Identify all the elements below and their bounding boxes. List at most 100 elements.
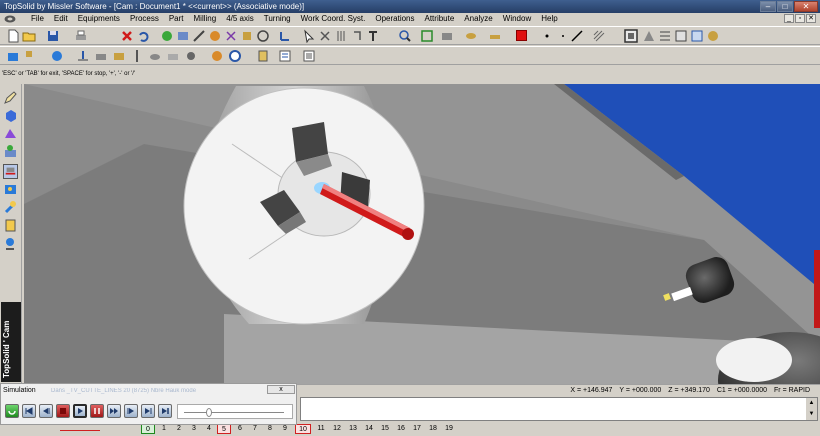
page-tab[interactable]: 1: [157, 424, 171, 434]
maximize-button[interactable]: □: [777, 1, 793, 12]
stock-icon[interactable]: [240, 29, 254, 43]
simulation-close-button[interactable]: x: [267, 385, 295, 394]
cube-icon[interactable]: [3, 108, 18, 123]
machine-icon[interactable]: [6, 49, 20, 63]
doc-minimize-button[interactable]: _: [784, 14, 794, 23]
process-icon[interactable]: [24, 49, 38, 63]
simulation-speed-slider[interactable]: [177, 404, 293, 419]
page-tab[interactable]: 4: [202, 424, 216, 434]
zoom-icon[interactable]: [398, 29, 412, 43]
doc-restore-button[interactable]: ▫: [795, 14, 805, 23]
coordinate-system-icon[interactable]: [278, 29, 292, 43]
shading-icon[interactable]: [642, 29, 656, 43]
shape-edit-icon[interactable]: [3, 126, 18, 141]
column-icon[interactable]: [334, 29, 348, 43]
page-tab[interactable]: 10: [295, 424, 311, 434]
sim-run-button[interactable]: [5, 404, 19, 418]
view-icon[interactable]: [440, 29, 454, 43]
command-scrollbar[interactable]: ▲ ▼: [806, 398, 817, 420]
menu-process[interactable]: Process: [124, 13, 163, 25]
draft-icon[interactable]: [3, 218, 18, 233]
close-button[interactable]: ✕: [794, 1, 818, 12]
simulate-icon[interactable]: [210, 49, 224, 63]
material-icon[interactable]: [706, 29, 720, 43]
command-output[interactable]: ▲ ▼: [300, 397, 818, 421]
sim-pause-button[interactable]: [90, 404, 104, 418]
shape-icon[interactable]: [176, 29, 190, 43]
target-icon[interactable]: [256, 29, 270, 43]
page-tab[interactable]: 16: [393, 424, 409, 434]
menu-turning[interactable]: Turning: [258, 13, 295, 25]
sim-play-button[interactable]: [73, 404, 87, 418]
toolpath-icon[interactable]: [256, 49, 270, 63]
turning-op-icon[interactable]: [184, 49, 198, 63]
menu-equipments[interactable]: Equipments: [72, 13, 124, 25]
sim-next-button[interactable]: [141, 404, 155, 418]
tooling-icon[interactable]: [3, 200, 18, 215]
grid-icon[interactable]: [674, 29, 688, 43]
menu-part[interactable]: Part: [163, 13, 188, 25]
minimize-button[interactable]: –: [760, 1, 776, 12]
page-tab[interactable]: 18: [425, 424, 441, 434]
sim-step-forward-button[interactable]: [124, 404, 138, 418]
tool-icon[interactable]: [192, 29, 206, 43]
select-arrow-icon[interactable]: [302, 29, 316, 43]
app-menu-icon[interactable]: [3, 14, 17, 24]
page-tab[interactable]: 0: [141, 424, 155, 434]
menu-analyze[interactable]: Analyze: [458, 13, 496, 25]
page-tab[interactable]: 8: [263, 424, 277, 434]
text-style-icon[interactable]: [366, 29, 380, 43]
sim-end-button[interactable]: [158, 404, 172, 418]
save-icon[interactable]: [46, 29, 60, 43]
point-style-icon[interactable]: [540, 29, 554, 43]
fixture-icon[interactable]: [3, 182, 18, 197]
milling-op-icon[interactable]: [76, 49, 90, 63]
delete-icon[interactable]: [120, 29, 134, 43]
line-style-icon[interactable]: [570, 29, 584, 43]
new-document-icon[interactable]: [6, 29, 20, 43]
dot-style-icon[interactable]: [556, 29, 570, 43]
surface-op-icon[interactable]: [148, 49, 162, 63]
menu-operations[interactable]: Operations: [369, 13, 418, 25]
menu-milling[interactable]: Milling: [188, 13, 221, 25]
3d-viewport[interactable]: [24, 84, 820, 384]
page-tab[interactable]: 15: [377, 424, 393, 434]
geometry-icon[interactable]: [160, 29, 174, 43]
pocket-op-icon[interactable]: [94, 49, 108, 63]
turning-icon[interactable]: [208, 29, 222, 43]
part-icon[interactable]: [50, 49, 64, 63]
doc-close-button[interactable]: ✕: [806, 14, 816, 23]
page-tab[interactable]: 5: [217, 424, 231, 434]
page-tab[interactable]: 12: [329, 424, 345, 434]
page-tab[interactable]: 11: [313, 424, 329, 434]
display-mode-icon[interactable]: [624, 29, 638, 43]
sim-stop-button[interactable]: [56, 404, 70, 418]
slider-thumb[interactable]: [206, 408, 212, 417]
rotate-icon[interactable]: [350, 29, 364, 43]
analysis-icon[interactable]: [3, 236, 18, 251]
menu-work-coord-syst[interactable]: Work Coord. Syst.: [295, 13, 370, 25]
menu-attribute[interactable]: Attribute: [419, 13, 459, 25]
page-tab[interactable]: 7: [248, 424, 262, 434]
contour-op-icon[interactable]: [112, 49, 126, 63]
page-tab[interactable]: 13: [345, 424, 361, 434]
properties-icon[interactable]: [690, 29, 704, 43]
menu-window[interactable]: Window: [497, 13, 535, 25]
page-tab[interactable]: 17: [409, 424, 425, 434]
menu-4-5-axis[interactable]: 4/5 axis: [220, 13, 258, 25]
assembly-icon[interactable]: [3, 144, 18, 159]
nc-code-icon[interactable]: [302, 49, 316, 63]
menu-edit[interactable]: Edit: [48, 13, 72, 25]
pencil-icon[interactable]: [3, 90, 18, 105]
menu-file[interactable]: File: [25, 13, 48, 25]
zoom-fit-icon[interactable]: [420, 29, 434, 43]
page-tab[interactable]: 6: [233, 424, 247, 434]
section-icon[interactable]: [658, 29, 672, 43]
page-tab[interactable]: 3: [187, 424, 201, 434]
sim-fast-forward-button[interactable]: [107, 404, 121, 418]
menu-help[interactable]: Help: [535, 13, 561, 25]
layer-icon[interactable]: [488, 29, 502, 43]
drill-op-icon[interactable]: [130, 49, 144, 63]
sim-step-back-button[interactable]: [39, 404, 53, 418]
cam-mode-icon[interactable]: [3, 164, 18, 179]
